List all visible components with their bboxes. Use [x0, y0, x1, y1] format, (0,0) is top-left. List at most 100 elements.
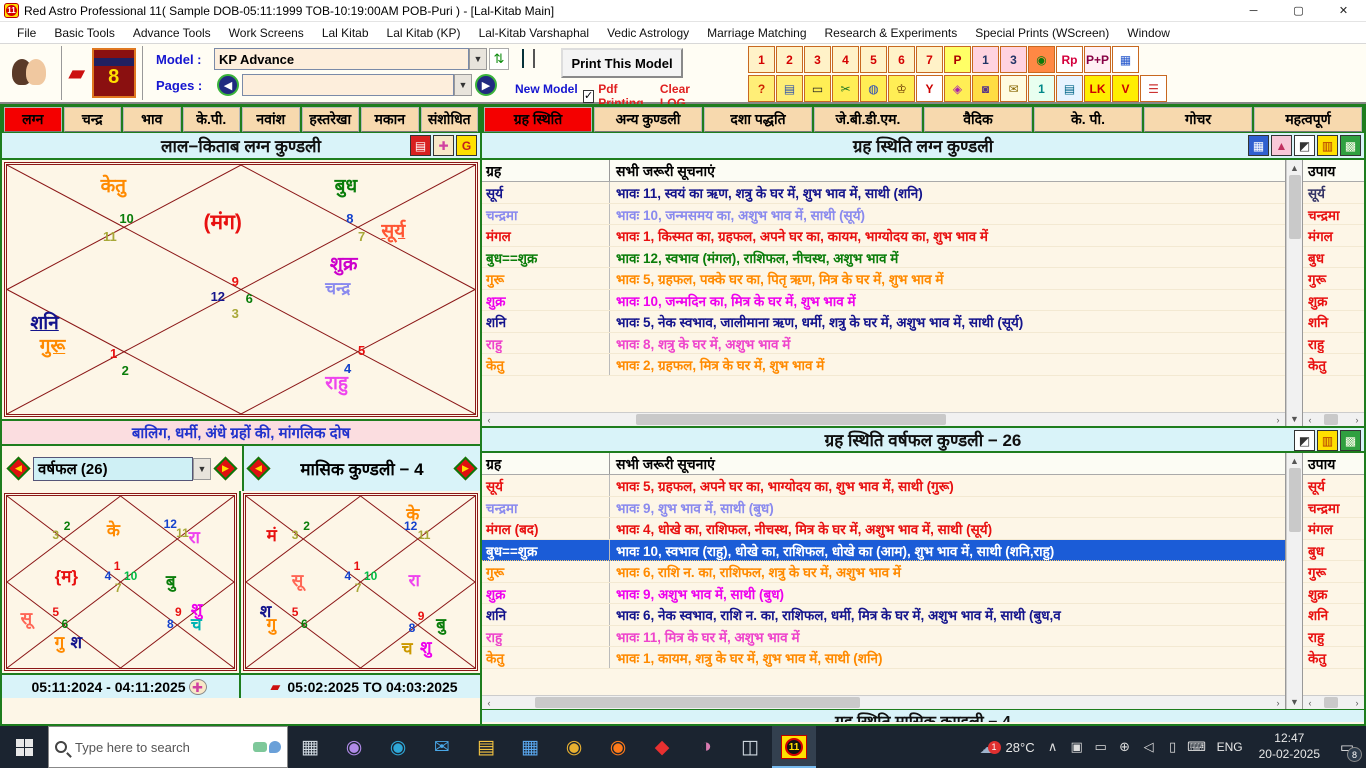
tab-के. पी.[interactable]: के. पी.: [1034, 107, 1142, 132]
network-icon[interactable]: ⊕: [1113, 726, 1137, 768]
varshphal-select[interactable]: वर्षफल (26): [33, 457, 193, 481]
kite-icon[interactable]: ◈: [944, 75, 971, 102]
menu-item-basic-tools[interactable]: Basic Tools: [45, 24, 123, 42]
menu-item-marriage-matching[interactable]: Marriage Matching: [698, 24, 815, 42]
store-icon[interactable]: ▦: [508, 726, 552, 768]
tab-संशोधित[interactable]: संशोधित: [421, 107, 479, 132]
table-row[interactable]: सूर्यभावः 5, ग्रहफल, अपने घर का, भाग्योद…: [482, 475, 1285, 497]
calendar-8-icon[interactable]: 8: [92, 48, 136, 98]
tab-के.पी.[interactable]: के.पी.: [183, 107, 241, 132]
menu-item-lal-kitab-varshaphal[interactable]: Lal-Kitab Varshaphal: [470, 24, 599, 42]
table2-hscrollbar[interactable]: ‹›: [482, 695, 1285, 709]
plus-ball-icon[interactable]: ✚: [433, 135, 454, 156]
table-row[interactable]: शुक्रभावः 10, जन्मदिन का, मित्र के घर मे…: [482, 290, 1285, 312]
volume-icon[interactable]: ◁: [1137, 726, 1161, 768]
yantra-small-icon[interactable]: ▥: [1317, 430, 1338, 451]
kundali-small-icon[interactable]: ◩: [1294, 135, 1315, 156]
rupee-icon[interactable]: Rp: [1056, 46, 1083, 73]
kundali-1-icon[interactable]: 1: [972, 46, 999, 73]
lagna-kundali-chart[interactable]: केतु1011(मंग)बुध87सूर्यशुक्रचन्द्र91263श…: [4, 162, 478, 417]
refresh-model-icon[interactable]: ⇅: [489, 48, 509, 70]
book-icon[interactable]: ▤: [776, 75, 803, 102]
pdf-printing-checkbox[interactable]: ✓: [583, 90, 594, 103]
upay-item[interactable]: शनि: [1303, 311, 1364, 333]
photo-frame-icon[interactable]: ◙: [972, 75, 999, 102]
plus-ball-icon[interactable]: ✚: [189, 679, 207, 695]
screen-7-icon[interactable]: 7: [916, 46, 943, 73]
upay-item[interactable]: सूर्य: [1303, 182, 1364, 204]
yantra-small-icon[interactable]: ▥: [1317, 135, 1338, 156]
table-row[interactable]: चन्द्रमाभावः 10, जन्मसमय का, अशुभ भाव मे…: [482, 204, 1285, 226]
table-row[interactable]: सूर्यभावः 11, स्वयं का ऋण, शत्रु के घर म…: [482, 182, 1285, 204]
chevron-up-icon[interactable]: ∧: [1041, 726, 1065, 768]
minimize-button[interactable]: ─: [1231, 0, 1276, 21]
upay-item[interactable]: शुक्र: [1303, 290, 1364, 312]
model-dropdown-arrow[interactable]: ▼: [469, 48, 487, 70]
pages-dropdown-arrow[interactable]: ▼: [454, 74, 472, 96]
page-prev-button[interactable]: ◀: [217, 74, 239, 96]
clock[interactable]: 12:47 20-02-2025: [1251, 731, 1328, 762]
menu-item-research-experiments[interactable]: Research & Experiments: [816, 24, 967, 42]
weather-widget[interactable]: ☁ 1: [972, 737, 1006, 758]
kundali-3-icon[interactable]: 3: [1000, 46, 1027, 73]
chrome-icon[interactable]: ◉: [552, 726, 596, 768]
snip-icon[interactable]: ▣: [1065, 726, 1089, 768]
explorer-icon[interactable]: ▤: [464, 726, 508, 768]
masik-next-button[interactable]: ▶: [453, 456, 477, 480]
print-this-model-button[interactable]: Print This Model: [561, 48, 683, 78]
upay-item[interactable]: मंगल: [1303, 518, 1364, 540]
table-row[interactable]: राहुभावः 11, मित्र के घर में, अशुभ भाव म…: [482, 626, 1285, 648]
upay-item[interactable]: बुध: [1303, 247, 1364, 269]
lal-kitab-book-icon[interactable]: ▰: [68, 62, 85, 84]
upay-item[interactable]: गुरू: [1303, 561, 1364, 583]
table-row[interactable]: गुरूभावः 5, ग्रहफल, पक्के घर का, पितृ ऋण…: [482, 268, 1285, 290]
table-row[interactable]: राहुभावः 8, शत्रु के घर में, अशुभ भाव मे…: [482, 333, 1285, 355]
grid-green-icon[interactable]: ▩: [1340, 135, 1361, 156]
upay-item[interactable]: चन्द्रमा: [1303, 497, 1364, 519]
start-button[interactable]: [0, 726, 48, 768]
phone-icon[interactable]: ▯: [1161, 726, 1185, 768]
screen-6-icon[interactable]: 6: [888, 46, 915, 73]
v-badge-icon[interactable]: V: [1112, 75, 1139, 102]
table-row[interactable]: शुक्रभावः 9, अशुभ भाव में, साथी (बुध): [482, 583, 1285, 605]
tab-चन्द्र[interactable]: चन्द्र: [64, 107, 122, 132]
varshphal-kundali-chart[interactable]: 23के1211रा{म}14107बुसू56गुश98शुच: [4, 493, 237, 671]
pages-select[interactable]: [242, 74, 454, 96]
client-faces-icon[interactable]: [0, 44, 58, 100]
screen-4-icon[interactable]: 4: [832, 46, 859, 73]
page-next-button[interactable]: ▶: [475, 74, 497, 96]
worksheet-grid-icon[interactable]: ▦: [1112, 46, 1139, 73]
language-indicator[interactable]: ENG: [1209, 740, 1251, 754]
chart-pink-icon[interactable]: ▲: [1271, 135, 1292, 156]
table-row[interactable]: केतुभावः 1, कायम, शत्रु के घर में, शुभ भ…: [482, 647, 1285, 669]
tab-अन्य कुण्डली[interactable]: अन्य कुण्डली: [594, 107, 702, 132]
upay-item[interactable]: चन्द्रमा: [1303, 204, 1364, 226]
edge-icon[interactable]: ◉: [376, 726, 420, 768]
g-badge-icon[interactable]: G: [456, 135, 477, 156]
table-row[interactable]: शनिभावः 6, नेक स्वभाव, राशि न. का, राशिफ…: [482, 604, 1285, 626]
tab-ग्रह स्थिति[interactable]: ग्रह स्थिति: [484, 107, 592, 132]
upay-item[interactable]: केतु: [1303, 354, 1364, 376]
tab-मकान[interactable]: मकान: [361, 107, 419, 132]
upay-item[interactable]: गुरू: [1303, 268, 1364, 290]
menu-item-work-screens[interactable]: Work Screens: [220, 24, 313, 42]
mail-icon[interactable]: ✉: [420, 726, 464, 768]
printer-icon[interactable]: ▤: [1056, 75, 1083, 102]
varshphal-next-button[interactable]: ▶: [213, 456, 237, 480]
menu-item-advance-tools[interactable]: Advance Tools: [124, 24, 220, 42]
task-view-icon[interactable]: ▦: [288, 726, 332, 768]
tarot-card-icon[interactable]: ♔: [888, 75, 915, 102]
copilot-icon[interactable]: ◉: [332, 726, 376, 768]
table-row[interactable]: गुरूभावः 6, राशि न. का, राशिफल, शत्रु के…: [482, 561, 1285, 583]
upay-item[interactable]: मंगल: [1303, 225, 1364, 247]
globe-icon[interactable]: ◍: [860, 75, 887, 102]
yantra-y-icon[interactable]: Y: [916, 75, 943, 102]
masik-kundali-chart[interactable]: मं23के1211सू14107राशगु5698बुचशु: [243, 493, 478, 671]
tab-लग्न[interactable]: लग्न: [4, 107, 62, 132]
screen-2-icon[interactable]: 2: [776, 46, 803, 73]
red-book-icon[interactable]: ▤: [410, 135, 431, 156]
close-button[interactable]: ✕: [1321, 0, 1366, 21]
tools-icon[interactable]: ✂: [832, 75, 859, 102]
recycle-icon[interactable]: ◫: [728, 726, 772, 768]
printer-1-icon[interactable]: 1: [1028, 75, 1055, 102]
